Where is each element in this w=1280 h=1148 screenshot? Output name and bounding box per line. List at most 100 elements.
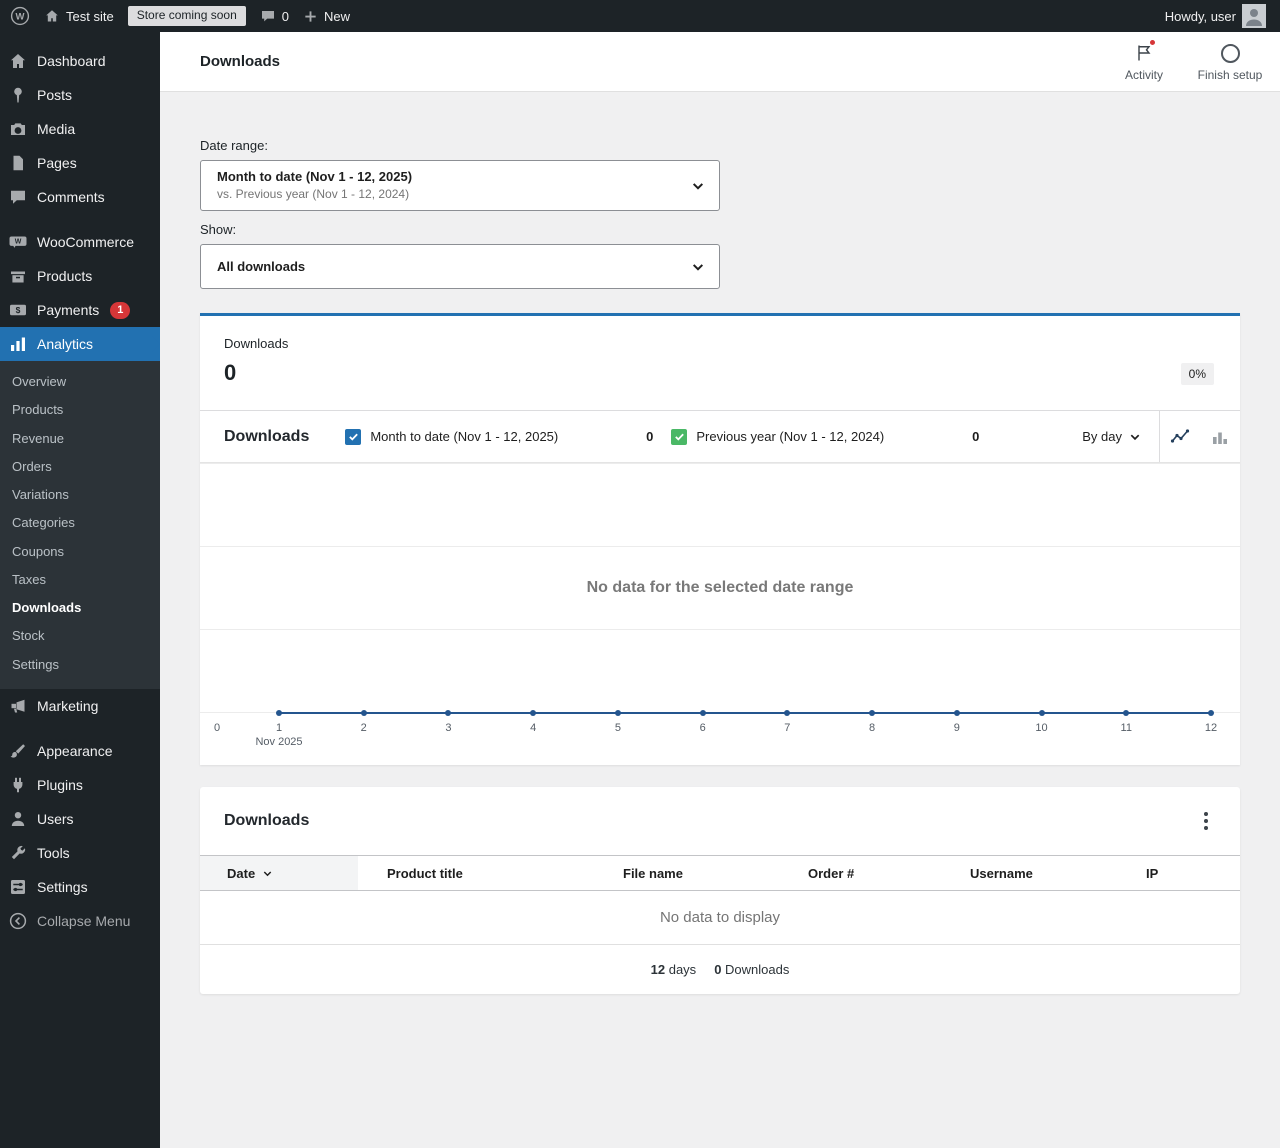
interval-select[interactable]: By day — [1082, 429, 1159, 444]
legend-series-previous[interactable]: Previous year (Nov 1 - 12, 2024) 0 — [671, 428, 979, 445]
summary-label: Downloads — [224, 336, 289, 351]
site-name-link[interactable]: Test site — [44, 0, 114, 32]
comments-link[interactable]: 0 — [260, 0, 289, 32]
coming-soon-badge[interactable]: Store coming soon — [127, 6, 246, 26]
sidebar-item-appearance[interactable]: Appearance — [0, 734, 160, 768]
settings-sliders-icon — [8, 877, 28, 897]
gridline — [200, 629, 1240, 630]
date-range-value: Month to date (Nov 1 - 12, 2025) — [217, 169, 413, 184]
sidebar-item-payments[interactable]: $ Payments 1 — [0, 293, 160, 327]
bar-chart-button[interactable] — [1200, 411, 1240, 463]
line-chart-button[interactable] — [1160, 411, 1200, 463]
line-chart-icon — [1170, 427, 1190, 447]
sidebar-item-dashboard[interactable]: Dashboard — [0, 44, 160, 78]
x-tick: 9 — [953, 722, 960, 734]
gridline — [200, 546, 1240, 547]
date-range-compare: vs. Previous year (Nov 1 - 12, 2024) — [217, 187, 410, 201]
x-tick: 8 — [869, 722, 876, 734]
interval-value: By day — [1082, 429, 1122, 444]
howdy-account-link[interactable]: Howdy, user — [1165, 0, 1266, 32]
megaphone-icon — [8, 696, 28, 716]
activity-button[interactable]: Activity — [1108, 38, 1180, 82]
submenu-item-settings[interactable]: Settings — [0, 651, 160, 679]
column-header-date[interactable]: Date — [200, 856, 358, 890]
x-tick: 7 — [784, 722, 791, 734]
table-empty-message: No data to display — [200, 891, 1240, 945]
activity-label: Activity — [1124, 68, 1163, 82]
column-header-file-name: File name — [623, 865, 683, 881]
sidebar-item-plugins[interactable]: Plugins — [0, 768, 160, 802]
submenu-item-variations[interactable]: Variations — [0, 481, 160, 509]
site-name-label: Test site — [66, 8, 114, 24]
comments-bubble-icon — [260, 8, 276, 24]
date-range-select[interactable]: Month to date (Nov 1 - 12, 2025) vs. Pre… — [200, 160, 720, 211]
wordpress-logo-button[interactable]: W — [10, 0, 30, 32]
sidebar-item-settings[interactable]: Settings — [0, 870, 160, 904]
sidebar-item-tools[interactable]: Tools — [0, 836, 160, 870]
sidebar-item-products[interactable]: Products — [0, 259, 160, 293]
sidebar-item-analytics[interactable]: Analytics — [0, 327, 160, 361]
legend-label: Previous year (Nov 1 - 12, 2024) — [696, 429, 885, 444]
sidebar-item-marketing[interactable]: Marketing — [0, 689, 160, 723]
x-axis-ticks: 1 2 3 4 5 6 7 8 9 10 11 12 — [276, 722, 1217, 736]
submenu-item-products[interactable]: Products — [0, 396, 160, 424]
sidebar-item-label: Posts — [37, 87, 73, 103]
pushpin-icon — [8, 85, 28, 105]
chart-x-axis: 0 1 2 3 4 5 6 7 8 9 10 11 12 Nov 2025 — [200, 713, 1240, 765]
document-icon — [8, 153, 28, 173]
x-tick: 11 — [1120, 722, 1132, 734]
avatar — [1242, 4, 1266, 28]
summary-value: 0 — [224, 360, 237, 385]
sidebar-item-posts[interactable]: Posts — [0, 78, 160, 112]
plus-icon — [303, 9, 318, 24]
column-header-ip: IP — [1146, 865, 1159, 881]
table-card-header: Downloads — [200, 787, 1240, 855]
submenu-item-revenue[interactable]: Revenue — [0, 425, 160, 453]
new-content-link[interactable]: New — [303, 0, 350, 32]
downloads-chart-card: Downloads 0 0% Downloads Month to date (… — [200, 313, 1240, 765]
legend-value: 0 — [646, 429, 654, 444]
sidebar-item-users[interactable]: Users — [0, 802, 160, 836]
submenu-item-overview[interactable]: Overview — [0, 368, 160, 396]
days-summary: 12 days — [650, 962, 697, 977]
submenu-item-coupons[interactable]: Coupons — [0, 538, 160, 566]
sidebar-item-label: WooCommerce — [37, 234, 134, 250]
x-tick: 4 — [530, 722, 537, 734]
chart-title: Downloads — [224, 427, 310, 445]
submenu-item-categories[interactable]: Categories — [0, 509, 160, 537]
sidebar-item-pages[interactable]: Pages — [0, 146, 160, 180]
legend-series-current[interactable]: Month to date (Nov 1 - 12, 2025) 0 — [345, 428, 654, 445]
content-area: Date range: Month to date (Nov 1 - 12, 2… — [160, 92, 1280, 1034]
chart-plot-area: No data for the selected date range — [200, 463, 1240, 716]
paintbrush-icon — [8, 741, 28, 761]
sidebar-item-label: Tools — [37, 844, 70, 861]
plug-icon — [8, 775, 28, 795]
show-filter-select[interactable]: All downloads — [200, 244, 720, 289]
x-axis-month-label: Nov 2025 — [255, 736, 303, 748]
summary-tile-downloads[interactable]: Downloads 0 0% — [200, 316, 1240, 411]
payments-icon: $ — [8, 300, 28, 320]
header-actions: Activity Finish setup — [1108, 38, 1266, 82]
x-tick: 6 — [699, 722, 706, 734]
sidebar-item-media[interactable]: Media — [0, 112, 160, 146]
new-label: New — [323, 8, 350, 24]
dashboard-icon — [8, 51, 28, 71]
ellipsis-menu-button[interactable] — [1196, 804, 1216, 838]
submenu-item-taxes[interactable]: Taxes — [0, 566, 160, 594]
finish-setup-button[interactable]: Finish setup — [1194, 41, 1266, 82]
checkbox-checked-icon — [345, 428, 362, 445]
sidebar-item-woocommerce[interactable]: W WooCommerce — [0, 225, 160, 259]
column-header-label: Date — [227, 865, 256, 881]
sidebar-item-comments[interactable]: Comments — [0, 180, 160, 214]
submenu-item-downloads[interactable]: Downloads — [0, 594, 160, 622]
chart-header: Downloads Month to date (Nov 1 - 12, 202… — [200, 411, 1240, 463]
submenu-item-orders[interactable]: Orders — [0, 453, 160, 481]
gridline — [200, 463, 1240, 464]
submenu-item-stock[interactable]: Stock — [0, 622, 160, 650]
finish-setup-label: Finish setup — [1197, 68, 1263, 82]
chevron-down-icon — [691, 179, 705, 193]
chart-empty-message: No data for the selected date range — [586, 579, 854, 596]
sidebar-item-label: Products — [37, 268, 93, 284]
sidebar-item-label: Media — [37, 121, 76, 137]
sidebar-item-collapse-menu[interactable]: Collapse Menu — [0, 904, 160, 938]
